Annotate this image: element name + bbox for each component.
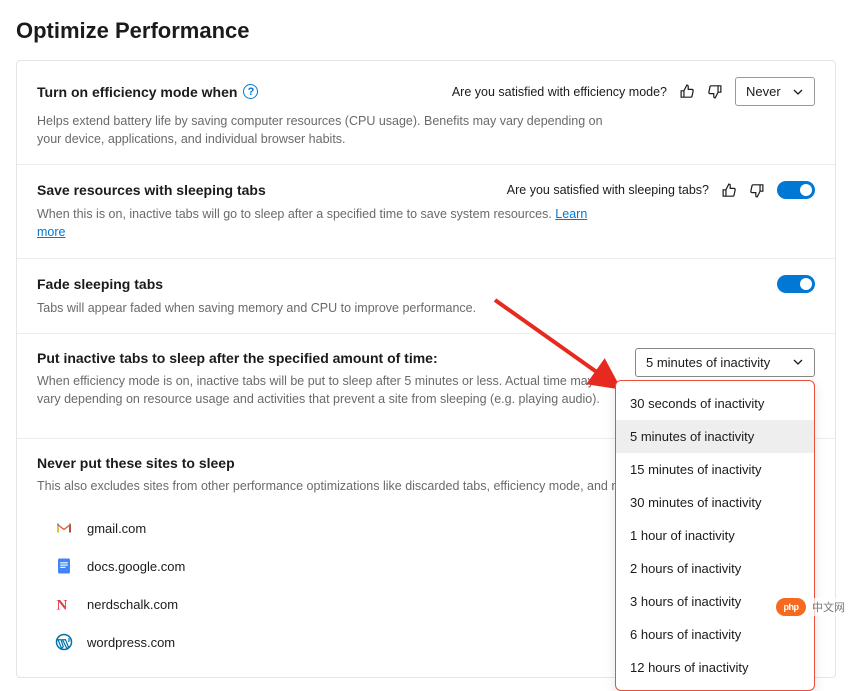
sleep-option[interactable]: 5 minutes of inactivity bbox=[616, 420, 814, 453]
page-title: Optimize Performance bbox=[16, 18, 836, 44]
site-label: nerdschalk.com bbox=[87, 597, 178, 612]
sleep-option[interactable]: 2 hours of inactivity bbox=[616, 552, 814, 585]
fade-desc: Tabs will appear faded when saving memor… bbox=[37, 299, 617, 317]
site-label: wordpress.com bbox=[87, 635, 175, 650]
chevron-down-icon bbox=[792, 86, 804, 98]
settings-card: Turn on efficiency mode when ? Are you s… bbox=[16, 60, 836, 678]
section-sleeping-tabs: Save resources with sleeping tabs Are yo… bbox=[17, 165, 835, 258]
sleep-option[interactable]: 3 hours of inactivity bbox=[616, 585, 814, 618]
thumbs-up-icon[interactable] bbox=[721, 182, 738, 199]
sleep-time-dropdown[interactable]: 5 minutes of inactivity bbox=[635, 348, 815, 377]
sleep-time-title: Put inactive tabs to sleep after the spe… bbox=[37, 350, 607, 366]
efficiency-dropdown-value: Never bbox=[746, 84, 781, 99]
nerdschalk-icon: N bbox=[55, 595, 73, 613]
efficiency-mode-dropdown[interactable]: Never bbox=[735, 77, 815, 106]
sleep-option[interactable]: 15 minutes of inactivity bbox=[616, 453, 814, 486]
sleep-option[interactable]: 30 minutes of inactivity bbox=[616, 486, 814, 519]
thumbs-down-icon[interactable] bbox=[748, 182, 765, 199]
sleep-time-options: 30 seconds of inactivity 5 minutes of in… bbox=[615, 380, 815, 691]
gmail-icon bbox=[55, 519, 73, 537]
sleeping-desc: When this is on, inactive tabs will go t… bbox=[37, 205, 617, 241]
sleep-option[interactable]: 30 seconds of inactivity bbox=[616, 387, 814, 420]
sleeping-tabs-toggle[interactable] bbox=[777, 181, 815, 199]
sleep-option[interactable]: 12 hours of inactivity bbox=[616, 651, 814, 684]
site-label: docs.google.com bbox=[87, 559, 185, 574]
efficiency-satisfied-text: Are you satisfied with efficiency mode? bbox=[452, 85, 667, 99]
sleep-time-selected: 5 minutes of inactivity bbox=[646, 355, 770, 370]
section-efficiency-mode: Turn on efficiency mode when ? Are you s… bbox=[17, 61, 835, 165]
sleep-option[interactable]: 1 hour of inactivity bbox=[616, 519, 814, 552]
section-sleep-time: Put inactive tabs to sleep after the spe… bbox=[17, 334, 835, 439]
sleeping-satisfied-text: Are you satisfied with sleeping tabs? bbox=[507, 183, 709, 197]
efficiency-desc: Helps extend battery life by saving comp… bbox=[37, 112, 617, 148]
efficiency-title: Turn on efficiency mode when bbox=[37, 84, 237, 100]
site-label: gmail.com bbox=[87, 521, 146, 536]
sleeping-title: Save resources with sleeping tabs bbox=[37, 182, 266, 198]
sleep-time-desc: When efficiency mode is on, inactive tab… bbox=[37, 372, 617, 408]
fade-tabs-toggle[interactable] bbox=[777, 275, 815, 293]
sleeping-desc-text: When this is on, inactive tabs will go t… bbox=[37, 207, 555, 221]
wordpress-icon bbox=[55, 633, 73, 651]
thumbs-down-icon[interactable] bbox=[706, 83, 723, 100]
fade-title: Fade sleeping tabs bbox=[37, 276, 163, 292]
gdocs-icon bbox=[55, 557, 73, 575]
chevron-down-icon bbox=[792, 356, 804, 368]
thumbs-up-icon[interactable] bbox=[679, 83, 696, 100]
help-icon[interactable]: ? bbox=[243, 84, 258, 99]
section-fade-tabs: Fade sleeping tabs Tabs will appear fade… bbox=[17, 259, 835, 334]
svg-text:N: N bbox=[57, 597, 68, 613]
